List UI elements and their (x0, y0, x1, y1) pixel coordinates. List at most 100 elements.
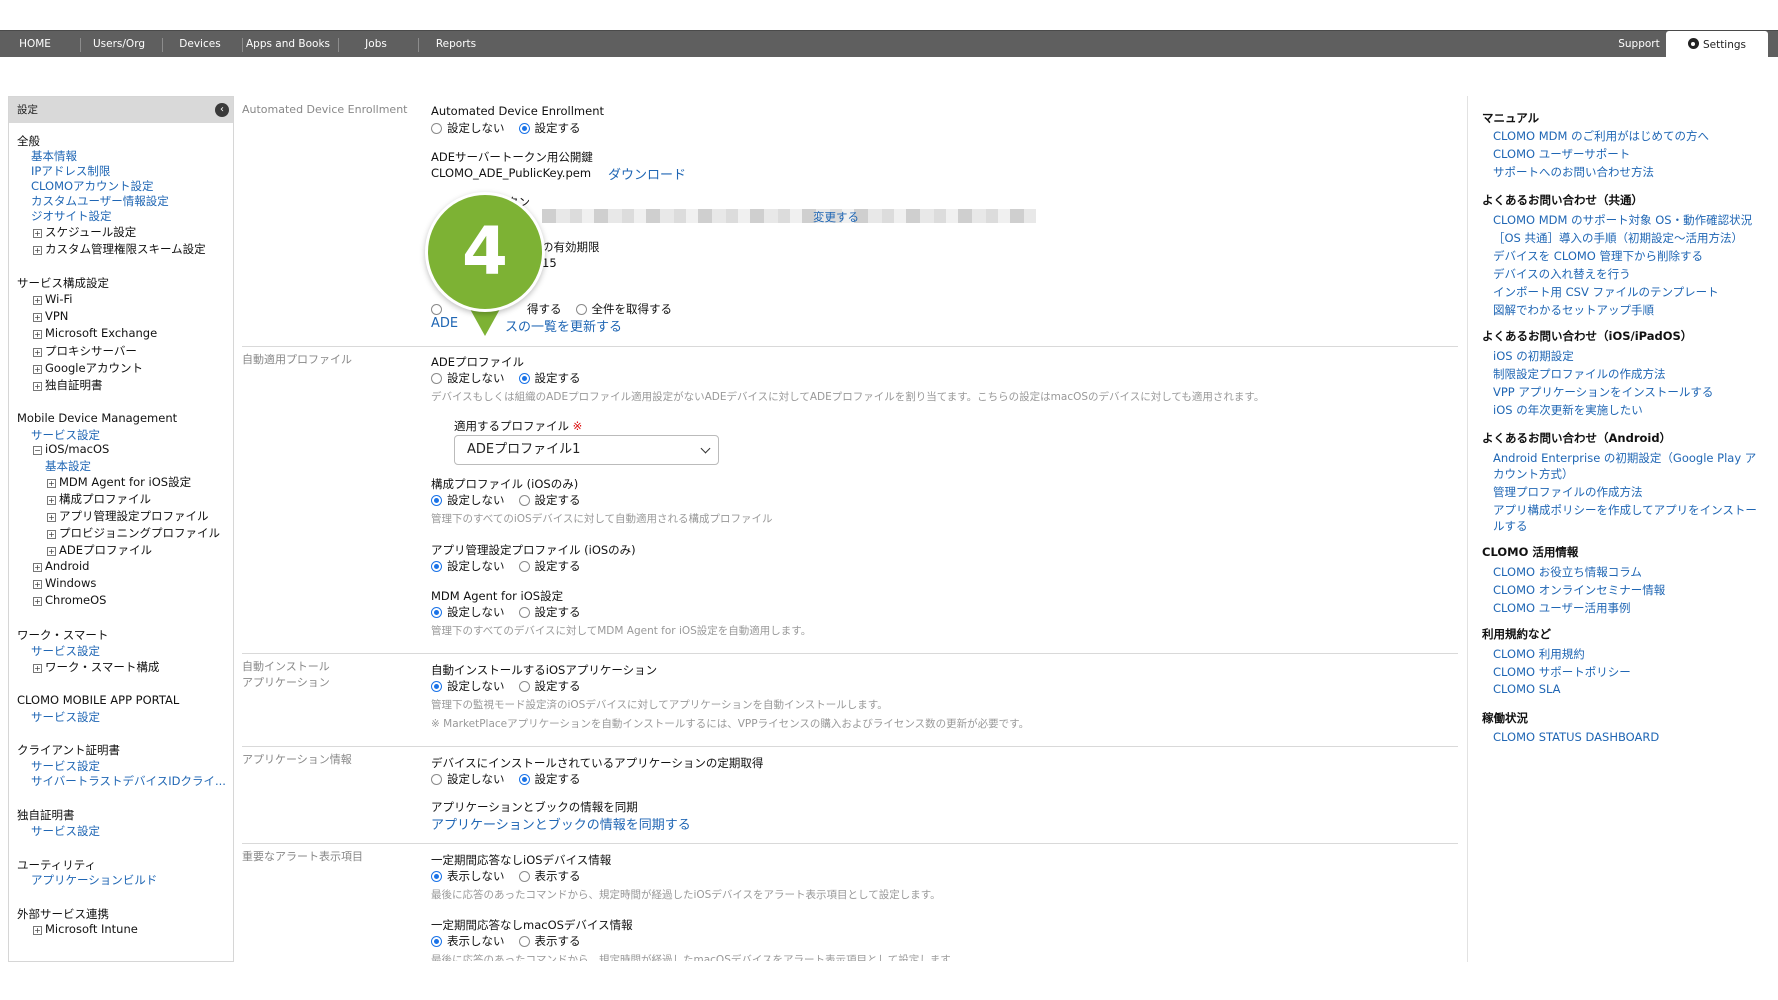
fetch-all-radio[interactable] (575, 303, 587, 315)
mdm-agent-radio-off[interactable] (431, 606, 442, 618)
help-link[interactable]: ルする (1493, 518, 1528, 534)
sidebar-tree-exchange[interactable]: + Microsoft Exchange (33, 326, 157, 340)
config-profile-radio-on[interactable] (518, 494, 530, 506)
app-info-radio-on[interactable] (518, 773, 530, 785)
nav-devices[interactable]: Devices (164, 31, 236, 58)
nav-settings[interactable]: Settings (1666, 31, 1768, 59)
sidebar-tree-provisioning-profile[interactable]: + プロビジョニングプロファイル (47, 525, 220, 541)
download-link[interactable]: ダウンロード (608, 164, 686, 183)
help-link[interactable]: アプリ構成ポリシーを作成してアプリをインストー (1493, 502, 1757, 518)
help-link[interactable]: CLOMO 利用規約 (1493, 646, 1585, 662)
ade-profile-radio-off[interactable] (431, 372, 442, 384)
help-link[interactable]: サポートへのお問い合わせ方法 (1493, 164, 1654, 180)
collapse-sidebar-icon[interactable]: ‹ (215, 103, 229, 117)
help-link[interactable]: CLOMO サポートポリシー (1493, 664, 1631, 680)
help-link[interactable]: デバイスを CLOMO 管理下から削除する (1493, 248, 1703, 264)
alert-mac-radio-show[interactable] (518, 935, 530, 947)
auto-install-radio-on[interactable] (518, 680, 530, 692)
sidebar-tree-work-smart-config[interactable]: + ワーク・スマート構成 (33, 659, 159, 675)
radio-label: 設定する (534, 371, 581, 385)
help-link[interactable]: CLOMO ユーザーサポート (1493, 146, 1630, 162)
sidebar-link-cybertrust[interactable]: サイバートラストデバイスIDクライ... (31, 773, 226, 789)
sidebar-tree-ade-profile[interactable]: + ADEプロファイル (47, 542, 152, 558)
help-heading-terms: 利用規約など (1482, 627, 1551, 641)
section-divider (242, 346, 1458, 347)
help-link[interactable]: ［OS 共通］導入の手順（初期設定〜活用方法） (1493, 230, 1743, 246)
help-link[interactable]: CLOMO STATUS DASHBOARD (1493, 730, 1659, 744)
app-mgmt-title: アプリ管理設定プロファイル (iOSのみ) (431, 543, 636, 557)
help-link[interactable]: インポート用 CSV ファイルのテンプレート (1493, 284, 1719, 300)
sidebar-link-own-cert-service[interactable]: サービス設定 (31, 823, 100, 839)
help-link[interactable]: Android Enterprise の初期設定（Google Play ア (1493, 450, 1756, 466)
nav-jobs[interactable]: Jobs (340, 31, 412, 58)
nav-users-org[interactable]: Users/Org (82, 31, 156, 58)
sidebar-section-app-portal: CLOMO MOBILE APP PORTAL (17, 693, 180, 707)
sidebar-link-client-cert-service[interactable]: サービス設定 (31, 758, 100, 774)
alert-mac-radio-hide[interactable] (431, 935, 442, 947)
sidebar-link-custom-user-info[interactable]: カスタムユーザー情報設定 (31, 193, 169, 209)
sidebar-link-app-portal-service[interactable]: サービス設定 (31, 709, 100, 725)
sidebar-tree-custom-permission[interactable]: + カスタム管理権限スキーム設定 (33, 241, 206, 257)
sidebar-link-geosite[interactable]: ジオサイト設定 (31, 208, 112, 224)
sidebar-tree-wifi[interactable]: + Wi-Fi (33, 292, 72, 306)
help-link[interactable]: 図解でわかるセットアップ手順 (1493, 302, 1654, 318)
sidebar-tree-ios-macos[interactable]: − iOS/macOS (33, 442, 109, 456)
help-link[interactable]: CLOMO MDM のご利用がはじめての方へ (1493, 128, 1709, 144)
sidebar-tree-chromeos[interactable]: + ChromeOS (33, 593, 106, 607)
sidebar-link-ip-restriction[interactable]: IPアドレス制限 (31, 163, 110, 179)
alert-ios-radio-hide[interactable] (431, 870, 442, 882)
sidebar-tree-intune[interactable]: + Microsoft Intune (33, 922, 138, 936)
auto-install-description: 管理下の監視モード設定済のiOSデバイスに対してアプリケーションを自動インストー… (431, 699, 888, 711)
sidebar-link-work-smart-service[interactable]: サービス設定 (31, 643, 100, 659)
nav-reports[interactable]: Reports (420, 31, 492, 58)
sidebar-link-app-build[interactable]: アプリケーションビルド (31, 872, 157, 888)
app-mgmt-radio-on[interactable] (518, 560, 530, 572)
ade-profile-radio-on[interactable] (518, 372, 530, 384)
radio-label: 設定しない (447, 371, 505, 385)
ade-radio-off[interactable] (431, 122, 442, 134)
help-link[interactable]: CLOMO SLA (1493, 682, 1561, 696)
alert-ios-radio-group: 表示しない 表示する (431, 868, 581, 884)
apply-profile-select[interactable]: ADEプロファイル1 (454, 435, 719, 465)
help-link[interactable]: デバイスの入れ替えを行う (1493, 266, 1631, 282)
help-link[interactable]: CLOMO ユーザー活用事例 (1493, 600, 1630, 616)
section-label-ade: Automated Device Enrollment (242, 103, 408, 116)
help-link[interactable]: iOS の年次更新を実施したい (1493, 402, 1643, 418)
help-link[interactable]: iOS の初期設定 (1493, 348, 1574, 364)
sync-link[interactable]: アプリケーションとブックの情報を同期する (431, 814, 691, 833)
sidebar-tree-android[interactable]: + Android (33, 559, 89, 573)
mdm-agent-radio-group: 設定しない 設定する (431, 604, 581, 620)
sidebar-link-basic-info[interactable]: 基本情報 (31, 148, 77, 164)
help-link[interactable]: CLOMO MDM のサポート対象 OS・動作確認状況 (1493, 212, 1752, 228)
sidebar-tree-mdm-agent[interactable]: + MDM Agent for iOS設定 (47, 474, 191, 490)
app-info-radio-off[interactable] (431, 773, 442, 785)
help-link[interactable]: CLOMO オンラインセミナー情報 (1493, 582, 1665, 598)
alert-ios-radio-show[interactable] (518, 870, 530, 882)
config-profile-radio-off[interactable] (431, 494, 442, 506)
auto-install-title: 自動インストールするiOSアプリケーション (431, 663, 658, 677)
sidebar-tree-schedule[interactable]: + スケジュール設定 (33, 224, 136, 240)
sidebar-tree-own-cert[interactable]: + 独自証明書 (33, 377, 103, 393)
sidebar-tree-config-profile[interactable]: + 構成プロファイル (47, 491, 151, 507)
help-link[interactable]: カウント方式） (1493, 466, 1574, 482)
sidebar-tree-windows[interactable]: + Windows (33, 576, 96, 590)
sidebar-link-mdm-service-settings[interactable]: サービス設定 (31, 427, 100, 443)
help-link[interactable]: CLOMO お役立ち情報コラム (1493, 564, 1642, 580)
sidebar-tree-proxy[interactable]: + プロキシサーバー (33, 343, 137, 359)
nav-home[interactable]: HOME (10, 31, 60, 58)
sidebar-link-clomo-account[interactable]: CLOMOアカウント設定 (31, 178, 154, 194)
sidebar-tree-app-mgmt-profile[interactable]: + アプリ管理設定プロファイル (47, 508, 209, 524)
help-link[interactable]: VPP アプリケーションをインストールする (1493, 384, 1713, 400)
ade-radio-on[interactable] (518, 122, 530, 134)
mdm-agent-radio-on[interactable] (518, 606, 530, 618)
sidebar-tree-vpn[interactable]: + VPN (33, 309, 68, 323)
sidebar-link-ios-basic-settings[interactable]: 基本設定 (45, 458, 91, 474)
app-mgmt-radio-off[interactable] (431, 560, 442, 572)
sidebar-tree-google-account[interactable]: + Googleアカウント (33, 360, 143, 376)
auto-install-radio-off[interactable] (431, 680, 442, 692)
help-link[interactable]: 管理プロファイルの作成方法 (1493, 484, 1643, 500)
change-link[interactable]: 変更する (813, 209, 859, 225)
nav-apps-books[interactable]: Apps and Books (244, 31, 332, 58)
nav-support[interactable]: Support (1604, 31, 1674, 58)
help-link[interactable]: 制限設定プロファイルの作成方法 (1493, 366, 1666, 382)
